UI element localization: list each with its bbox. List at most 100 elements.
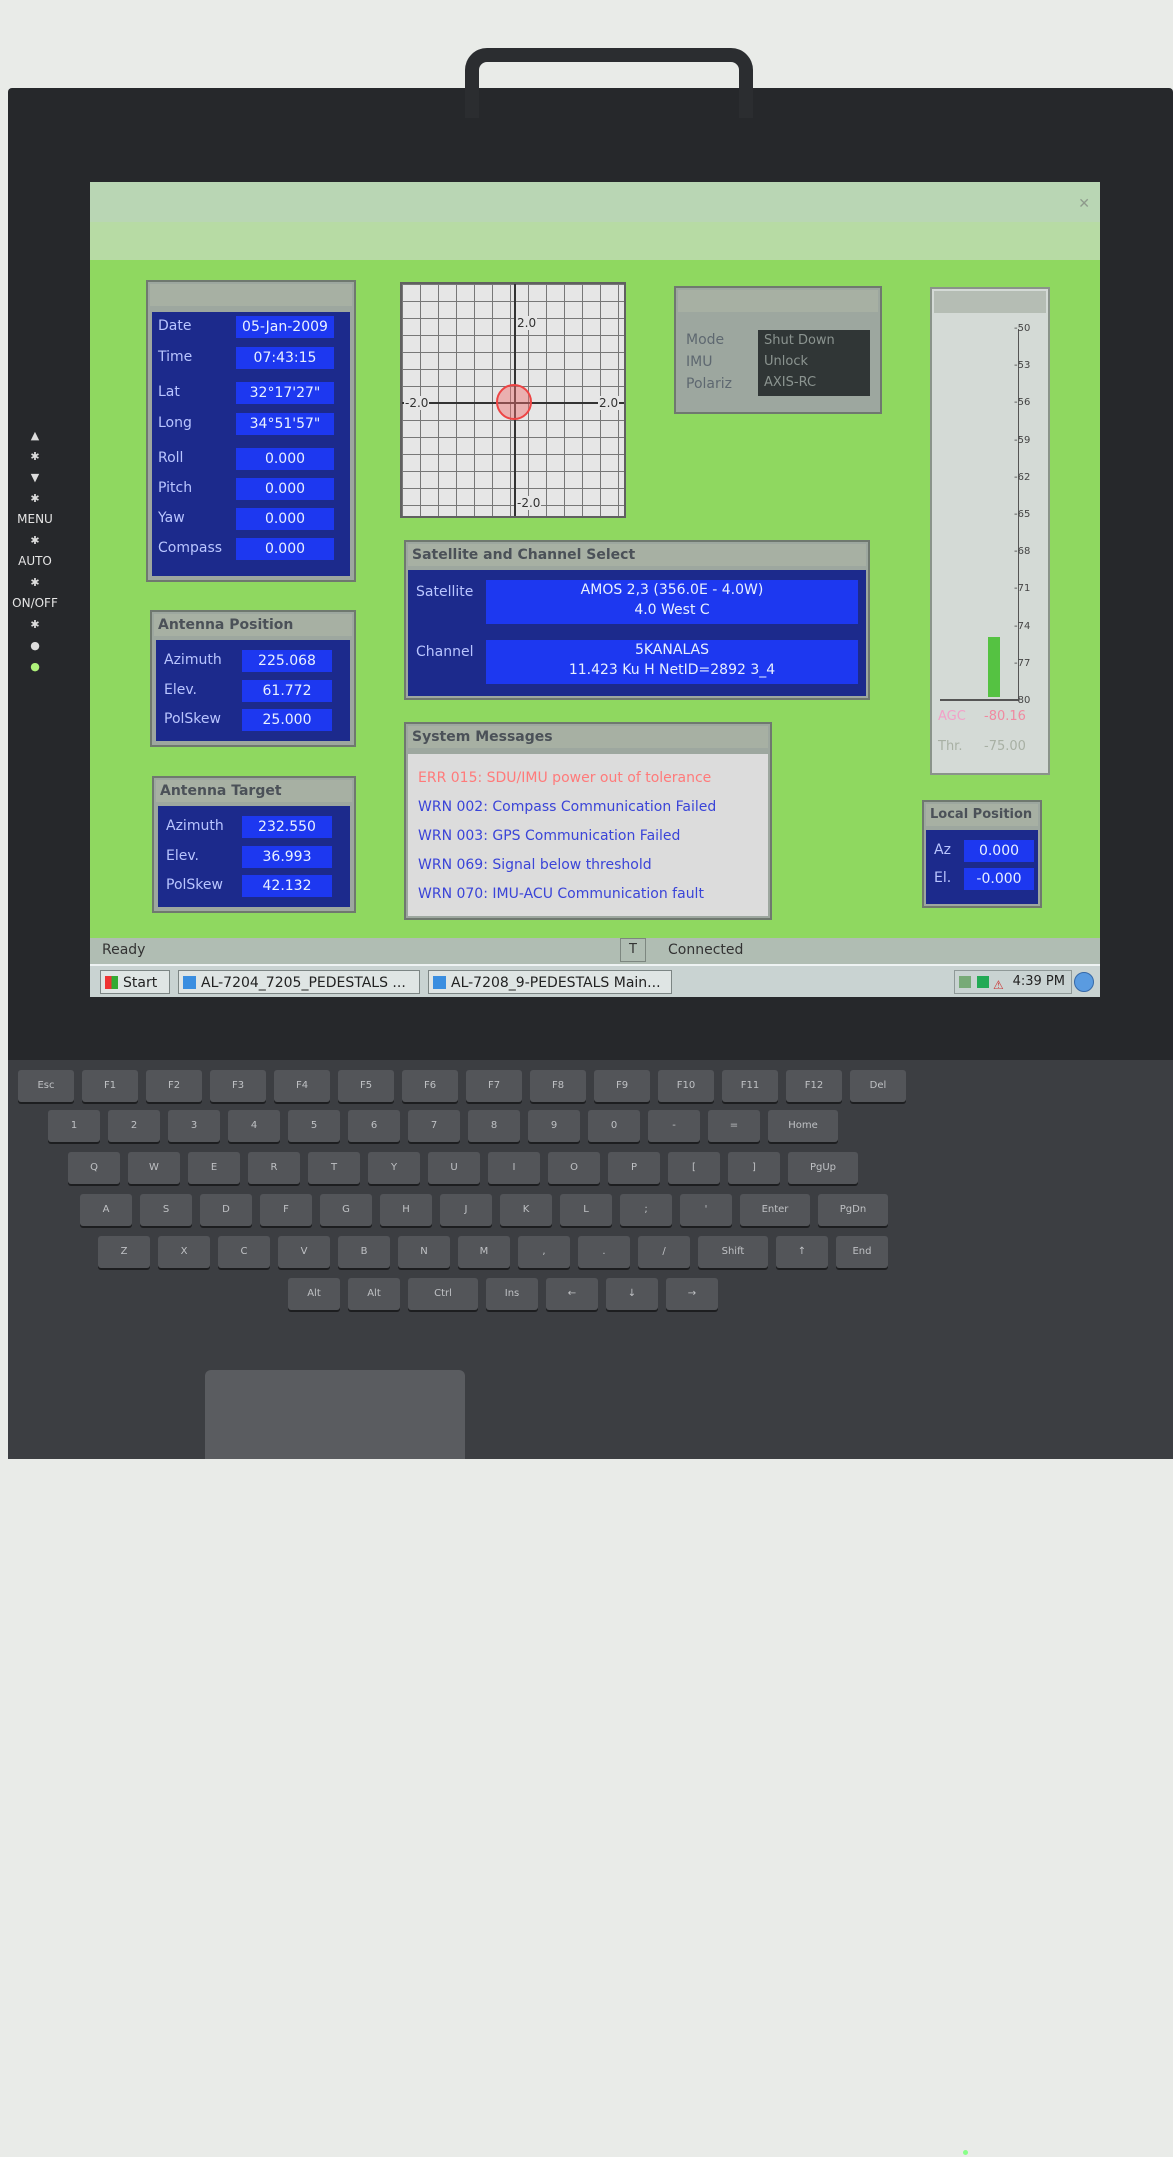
keyboard-key[interactable]: . bbox=[578, 1236, 630, 1268]
keyboard-key[interactable]: PgDn bbox=[818, 1194, 888, 1226]
roll-label: Roll bbox=[158, 450, 184, 466]
tray-keyboard-icon[interactable] bbox=[959, 976, 971, 988]
menu-button[interactable]: MENU bbox=[10, 509, 60, 530]
signal-level-bar bbox=[988, 637, 1000, 697]
keyboard-key[interactable]: ; bbox=[620, 1194, 672, 1226]
keyboard-key[interactable]: O bbox=[548, 1152, 600, 1184]
keyboard-key[interactable]: F1 bbox=[82, 1070, 138, 1102]
keyboard-key[interactable]: K bbox=[500, 1194, 552, 1226]
tray-network-icon[interactable] bbox=[977, 976, 989, 988]
pitch-label: Pitch bbox=[158, 480, 193, 496]
keyboard-key[interactable]: / bbox=[638, 1236, 690, 1268]
tray-connection-icon[interactable]: ⚠ bbox=[993, 974, 1004, 996]
up-arrow-icon[interactable]: ▲ bbox=[10, 425, 60, 446]
keyboard-key[interactable]: F11 bbox=[722, 1070, 778, 1102]
keyboard-key[interactable]: 3 bbox=[168, 1110, 220, 1142]
taskbar-item[interactable]: AL-7208_9-PEDESTALS Main... bbox=[428, 970, 672, 994]
keyboard-key[interactable]: F5 bbox=[338, 1070, 394, 1102]
satellite-dropdown[interactable]: AMOS 2,3 (356.0E - 4.0W) 4.0 West C bbox=[486, 580, 858, 624]
keyboard-key[interactable]: ← bbox=[546, 1278, 598, 1310]
keyboard-key[interactable]: F8 bbox=[530, 1070, 586, 1102]
taskbar-item[interactable]: AL-7204_7205_PEDESTALS ... bbox=[178, 970, 420, 994]
keyboard-key[interactable]: [ bbox=[668, 1152, 720, 1184]
keyboard-key[interactable]: W bbox=[128, 1152, 180, 1184]
keyboard-key[interactable]: S bbox=[140, 1194, 192, 1226]
keyboard-key[interactable]: Enter bbox=[740, 1194, 810, 1226]
keyboard-key[interactable]: ' bbox=[680, 1194, 732, 1226]
keyboard-key[interactable]: M bbox=[458, 1236, 510, 1268]
keyboard-key[interactable]: ] bbox=[728, 1152, 780, 1184]
keyboard-key[interactable]: 1 bbox=[48, 1110, 100, 1142]
target-azimuth-value: 232.550 bbox=[242, 816, 332, 838]
keyboard-key[interactable]: Home bbox=[768, 1110, 838, 1142]
keyboard-key[interactable]: 7 bbox=[408, 1110, 460, 1142]
signal-level-panel: -50 -53 -56 -59 -62 -65 -68 -71 -74 -77 -80 AGC -8… bbox=[930, 287, 1050, 775]
keyboard-key[interactable]: 4 bbox=[228, 1110, 280, 1142]
down-arrow-icon[interactable]: ▼ bbox=[10, 467, 60, 488]
keyboard-key[interactable]: R bbox=[248, 1152, 300, 1184]
keyboard-key[interactable]: Del bbox=[850, 1070, 906, 1102]
keyboard-key[interactable]: = bbox=[708, 1110, 760, 1142]
channel-dropdown[interactable]: 5KANALAS 11.423 Ku H NetID=2892 3_4 bbox=[486, 640, 858, 684]
date-label: Date bbox=[158, 318, 192, 334]
keyboard-key[interactable]: F10 bbox=[658, 1070, 714, 1102]
keyboard-key[interactable]: ↑ bbox=[776, 1236, 828, 1268]
keyboard-key[interactable]: H bbox=[380, 1194, 432, 1226]
keyboard-key[interactable]: Ctrl bbox=[408, 1278, 478, 1310]
close-icon[interactable]: ✕ bbox=[1078, 196, 1090, 212]
keyboard-key[interactable]: D bbox=[200, 1194, 252, 1226]
keyboard-key[interactable]: PgUp bbox=[788, 1152, 858, 1184]
signal-tick-label: -68 bbox=[1014, 546, 1031, 558]
keyboard-key[interactable]: 9 bbox=[528, 1110, 580, 1142]
keyboard-key[interactable]: Ins bbox=[486, 1278, 538, 1310]
keyboard-key[interactable]: I bbox=[488, 1152, 540, 1184]
keyboard-key[interactable]: End bbox=[836, 1236, 888, 1268]
keyboard-key[interactable]: U bbox=[428, 1152, 480, 1184]
clock[interactable]: 4:39 PM bbox=[1013, 974, 1065, 989]
keyboard-key[interactable]: 2 bbox=[108, 1110, 160, 1142]
keyboard-key[interactable]: F6 bbox=[402, 1070, 458, 1102]
keyboard-key[interactable]: F bbox=[260, 1194, 312, 1226]
keyboard-key[interactable]: 6 bbox=[348, 1110, 400, 1142]
keyboard-key[interactable]: → bbox=[666, 1278, 718, 1310]
touchpad[interactable] bbox=[205, 1370, 465, 1459]
signal-tick-label: -50 bbox=[1014, 323, 1031, 334]
keyboard-key[interactable]: B bbox=[338, 1236, 390, 1268]
keyboard-key[interactable]: , bbox=[518, 1236, 570, 1268]
channel-label: Channel bbox=[416, 644, 474, 660]
keyboard-key[interactable]: Shift bbox=[698, 1236, 768, 1268]
keyboard-key[interactable]: 8 bbox=[468, 1110, 520, 1142]
keyboard-key[interactable]: Q bbox=[68, 1152, 120, 1184]
keyboard-key[interactable]: P bbox=[608, 1152, 660, 1184]
keyboard-key[interactable]: A bbox=[80, 1194, 132, 1226]
desktop-icon[interactable] bbox=[1074, 972, 1094, 992]
keyboard-key[interactable]: 5 bbox=[288, 1110, 340, 1142]
keyboard-key[interactable]: F4 bbox=[274, 1070, 330, 1102]
keyboard-key[interactable]: X bbox=[158, 1236, 210, 1268]
keyboard-key[interactable]: - bbox=[648, 1110, 700, 1142]
keyboard-key[interactable]: F2 bbox=[146, 1070, 202, 1102]
keyboard-key[interactable]: F12 bbox=[786, 1070, 842, 1102]
keyboard-key[interactable]: V bbox=[278, 1236, 330, 1268]
keyboard-key[interactable]: E bbox=[188, 1152, 240, 1184]
keyboard-key[interactable]: ↓ bbox=[606, 1278, 658, 1310]
keyboard-key[interactable]: Z bbox=[98, 1236, 150, 1268]
keyboard-key[interactable]: T bbox=[308, 1152, 360, 1184]
keyboard-key[interactable]: Y bbox=[368, 1152, 420, 1184]
keyboard-key[interactable]: N bbox=[398, 1236, 450, 1268]
auto-button[interactable]: AUTO bbox=[10, 551, 60, 572]
keyboard-key[interactable]: L bbox=[560, 1194, 612, 1226]
keyboard-key[interactable]: Esc bbox=[18, 1070, 74, 1102]
keyboard-key[interactable]: F3 bbox=[210, 1070, 266, 1102]
keyboard-key[interactable]: F7 bbox=[466, 1070, 522, 1102]
keyboard-key[interactable]: G bbox=[320, 1194, 372, 1226]
keyboard-key[interactable]: C bbox=[218, 1236, 270, 1268]
keyboard-key[interactable]: F9 bbox=[594, 1070, 650, 1102]
keyboard-key[interactable]: 0 bbox=[588, 1110, 640, 1142]
keyboard-key[interactable]: Alt bbox=[348, 1278, 400, 1310]
keyboard-key[interactable]: J bbox=[440, 1194, 492, 1226]
roll-value: 0.000 bbox=[236, 448, 334, 470]
on-off-button[interactable]: ON/OFF bbox=[10, 593, 60, 614]
keyboard-key[interactable]: Alt bbox=[288, 1278, 340, 1310]
start-button[interactable]: Start bbox=[100, 970, 170, 994]
